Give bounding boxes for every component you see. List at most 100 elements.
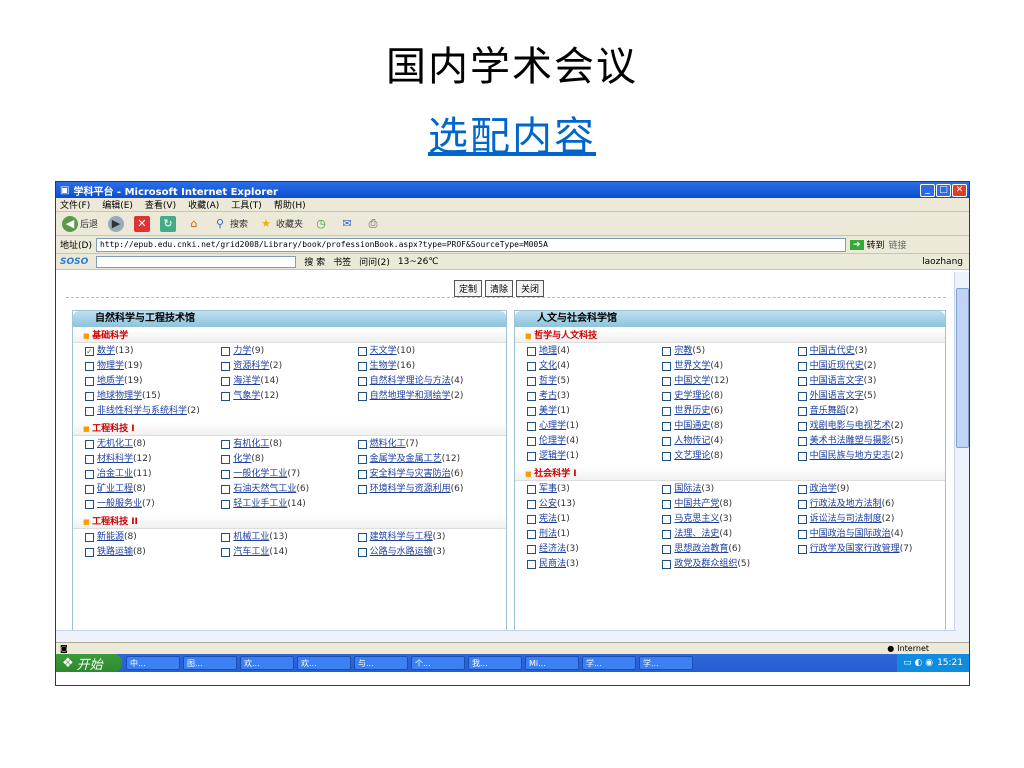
subject-link[interactable]: 矿业工程 <box>97 484 133 494</box>
menu-favorites[interactable]: 收藏(A) <box>188 198 219 211</box>
subject-item[interactable]: 考古(3) <box>527 391 662 402</box>
subject-item[interactable]: 地球物理学(15) <box>85 391 221 402</box>
subject-link[interactable]: 燃料化工 <box>370 439 406 449</box>
subject-checkbox[interactable] <box>797 530 807 539</box>
subject-item[interactable]: 力学(9) <box>221 346 357 357</box>
subject-item[interactable]: 轻工业手工业(14) <box>221 499 357 510</box>
subject-checkbox[interactable] <box>221 548 231 557</box>
taskbar-item[interactable]: Mi... <box>525 656 579 670</box>
subject-item[interactable]: 铁路运输(8) <box>85 547 221 558</box>
subject-link[interactable]: 自然科学理论与方法 <box>370 376 451 386</box>
subject-item[interactable]: 冶金工业(11) <box>85 469 221 480</box>
subject-link[interactable]: 刑法 <box>539 529 557 539</box>
subject-link[interactable]: 一般服务业 <box>97 499 142 509</box>
subject-item[interactable]: 中国政治与国际政治(4) <box>797 529 933 540</box>
favorites-button[interactable]: ★ 收藏夹 <box>258 216 303 232</box>
subject-checkbox[interactable] <box>357 347 367 356</box>
menu-edit[interactable]: 编辑(E) <box>102 198 133 211</box>
subject-item[interactable]: 人物传记(4) <box>662 436 797 447</box>
subject-item[interactable]: 马克思主义(3) <box>662 514 797 525</box>
subject-link[interactable]: 汽车工业 <box>233 547 269 557</box>
subject-link[interactable]: 新能源 <box>97 532 124 542</box>
subject-link[interactable]: 考古 <box>539 391 557 401</box>
subject-item[interactable]: 思想政治教育(6) <box>662 544 797 555</box>
subject-link[interactable]: 机械工业 <box>233 532 269 542</box>
subject-item[interactable]: 文化(4) <box>527 361 662 372</box>
subject-checkbox[interactable] <box>357 362 367 371</box>
subject-checkbox[interactable] <box>797 347 807 356</box>
subject-link[interactable]: 政治学 <box>810 484 837 494</box>
stop-button[interactable]: ✕ <box>134 215 151 232</box>
subject-item[interactable]: 天文学(10) <box>357 346 494 357</box>
subject-item[interactable]: 心理学(1) <box>527 421 662 432</box>
subject-link[interactable]: 马克思主义 <box>674 514 719 524</box>
subject-item[interactable]: 刑法(1) <box>527 529 662 540</box>
subject-link[interactable]: 国际法 <box>674 484 701 494</box>
menu-file[interactable]: 文件(F) <box>60 198 90 211</box>
subject-link[interactable]: 行政法及地方法制 <box>810 499 882 509</box>
subject-item[interactable]: 无机化工(8) <box>85 439 221 450</box>
subject-link[interactable]: 公路与水路运输 <box>370 547 433 557</box>
subject-item[interactable]: ✓ 数学(13) <box>85 346 221 357</box>
subject-item[interactable]: 美术书法雕塑与摄影(5) <box>797 436 933 447</box>
subject-checkbox[interactable] <box>221 440 231 449</box>
subject-link[interactable]: 中国共产党 <box>674 499 719 509</box>
subject-checkbox[interactable] <box>85 362 94 371</box>
subject-link[interactable]: 冶金工业 <box>97 469 133 479</box>
subject-link[interactable]: 世界历史 <box>674 406 710 416</box>
subject-checkbox[interactable] <box>527 377 536 386</box>
subject-checkbox[interactable] <box>85 485 94 494</box>
subject-item[interactable]: 行政学及国家行政管理(7) <box>797 544 933 555</box>
subject-link[interactable]: 石油天然气工业 <box>233 484 296 494</box>
subject-checkbox[interactable] <box>221 362 231 371</box>
subject-checkbox[interactable] <box>357 533 367 542</box>
subject-item[interactable]: 新能源(8) <box>85 532 221 543</box>
subject-checkbox[interactable] <box>797 545 807 554</box>
subject-item[interactable]: 行政法及地方法制(6) <box>797 499 933 510</box>
subject-item[interactable]: 海洋学(14) <box>221 376 357 387</box>
subject-item[interactable]: 资源科学(2) <box>221 361 357 372</box>
subject-link[interactable]: 天文学 <box>370 346 397 356</box>
subject-link[interactable]: 宗教 <box>674 346 692 356</box>
subject-checkbox[interactable] <box>221 500 231 509</box>
subject-checkbox[interactable] <box>357 548 367 557</box>
subject-checkbox[interactable] <box>527 530 536 539</box>
links-label[interactable]: 链接 <box>889 238 907 251</box>
subject-checkbox[interactable] <box>527 452 536 461</box>
subject-item[interactable]: 石油天然气工业(6) <box>221 484 357 495</box>
subject-link[interactable]: 音乐舞蹈 <box>810 406 846 416</box>
subject-checkbox[interactable] <box>797 392 807 401</box>
subject-checkbox[interactable] <box>662 485 672 494</box>
subject-link[interactable]: 物理学 <box>97 361 124 371</box>
subject-checkbox[interactable] <box>357 455 367 464</box>
menu-view[interactable]: 查看(V) <box>145 198 176 211</box>
subject-link[interactable]: 心理学 <box>539 421 566 431</box>
user-label[interactable]: laozhang <box>922 257 963 267</box>
subject-checkbox[interactable] <box>357 470 367 479</box>
subject-checkbox[interactable] <box>221 392 231 401</box>
subject-item[interactable]: 非线性科学与系统科学(2) <box>85 406 221 417</box>
subject-link[interactable]: 数学 <box>97 346 115 356</box>
subject-link[interactable]: 法理、法史 <box>674 529 719 539</box>
home-button[interactable]: ⌂ <box>186 216 202 232</box>
subject-item[interactable]: 法理、法史(4) <box>662 529 797 540</box>
subject-checkbox[interactable] <box>662 452 672 461</box>
taskbar-item[interactable]: 学... <box>639 656 693 670</box>
subject-checkbox[interactable] <box>221 470 231 479</box>
subject-link[interactable]: 世界文学 <box>674 361 710 371</box>
subject-item[interactable]: 物理学(19) <box>85 361 221 372</box>
subject-link[interactable]: 外国语言文字 <box>810 391 864 401</box>
soso-search-button[interactable]: 搜 索 <box>304 255 325 268</box>
subject-link[interactable]: 轻工业手工业 <box>233 499 287 509</box>
search-button[interactable]: ⚲ 搜索 <box>212 216 248 232</box>
subject-item[interactable]: 有机化工(8) <box>221 439 357 450</box>
subject-link[interactable]: 美学 <box>539 406 557 416</box>
subject-checkbox[interactable] <box>662 362 672 371</box>
subject-link[interactable]: 中国通史 <box>674 421 710 431</box>
subject-link[interactable]: 民商法 <box>539 559 566 569</box>
taskbar-item[interactable]: 我... <box>468 656 522 670</box>
subject-item[interactable]: 中国共产党(8) <box>662 499 797 510</box>
scroll-thumb[interactable] <box>956 288 969 448</box>
menu-tools[interactable]: 工具(T) <box>231 198 262 211</box>
taskbar-item[interactable]: 学... <box>582 656 636 670</box>
